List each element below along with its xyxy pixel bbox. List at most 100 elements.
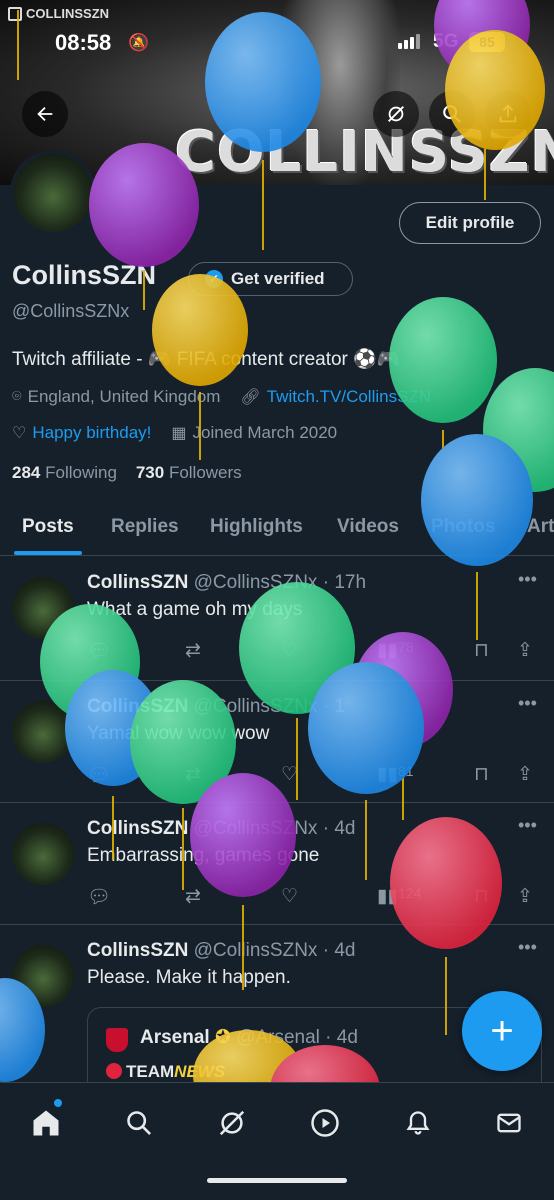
post-item[interactable]: CollinsSZN @CollinsSZNx · 4d Embarrassin…	[0, 803, 554, 925]
compose-button[interactable]: +	[462, 991, 542, 1071]
tab-articles[interactable]: Art	[527, 516, 554, 538]
reply-icon[interactable]: 💬︎	[87, 639, 111, 663]
post-author[interactable]: CollinsSZN	[87, 940, 188, 961]
repost-icon[interactable]: ⇄	[185, 763, 201, 786]
bookmark-icon[interactable]: ⊓	[474, 885, 489, 908]
followers-count: 730	[135, 463, 165, 482]
profile-meta-row: ⌾ England, United Kingdom 🔗︎ Twitch.TV/C…	[12, 387, 431, 407]
home-tab[interactable]	[26, 1103, 66, 1143]
profile-handle: @CollinsSZNx	[12, 301, 130, 321]
profile-avatar[interactable]	[10, 150, 96, 236]
quote-text-prefix: TEAM	[126, 1062, 175, 1081]
get-verified-button[interactable]: ✓ Get verified	[188, 262, 353, 296]
post-author[interactable]: CollinsSZN	[87, 572, 188, 593]
share-post-icon[interactable]: ⇪	[517, 763, 533, 786]
tab-replies[interactable]: Replies	[111, 516, 179, 538]
birthday-text[interactable]: Happy birthday!	[32, 423, 151, 443]
profile-link[interactable]: Twitch.TV/CollinsSZN	[267, 387, 431, 407]
tab-posts[interactable]: Posts	[22, 516, 74, 538]
more-options-icon[interactable]: •••	[518, 937, 537, 958]
tab-videos[interactable]: Videos	[337, 516, 399, 538]
views-count: 78	[397, 639, 414, 655]
reply-icon[interactable]: 💬︎	[87, 885, 111, 909]
bell-slash-icon: 🔕	[128, 33, 150, 52]
search-button[interactable]	[429, 91, 475, 137]
followers-link[interactable]: 730 Followers	[136, 463, 242, 482]
quote-text-accent: NEWS	[174, 1062, 226, 1081]
display-name: CollinsSZN	[12, 260, 157, 290]
post-handle-time: @CollinsSZNx · 1	[193, 696, 345, 717]
notifications-tab[interactable]	[398, 1103, 438, 1143]
share-button[interactable]	[485, 91, 531, 137]
battery-indicator: 85	[469, 32, 505, 52]
post-avatar[interactable]	[12, 823, 74, 885]
followers-label: Followers	[168, 463, 242, 482]
views-count: 124	[397, 885, 422, 901]
search-icon	[443, 105, 461, 123]
heart-icon[interactable]: ♡	[281, 885, 298, 908]
post-header: CollinsSZN @CollinsSZNx · 4d	[87, 940, 355, 962]
views-icon[interactable]: ▮▮ 124	[377, 885, 421, 908]
post-actions: 💬︎ ⇄ ♡ ▮▮ 81 ⊓ ⇪	[87, 763, 542, 789]
quote-text: TEAMNEWS	[106, 1062, 225, 1082]
grok-icon	[388, 106, 404, 122]
link-icon: 🔗︎	[240, 389, 261, 406]
video-tab[interactable]	[305, 1103, 345, 1143]
heart-icon[interactable]: ♡	[281, 763, 298, 786]
more-options-icon[interactable]: •••	[518, 815, 537, 836]
quote-author: Arsenal	[140, 1027, 210, 1048]
profile-location: England, United Kingdom	[27, 387, 221, 406]
grok-button[interactable]	[373, 91, 419, 137]
share-post-icon[interactable]: ⇪	[517, 639, 533, 662]
get-verified-label: Get verified	[231, 269, 325, 288]
edit-profile-button[interactable]: Edit profile	[399, 202, 541, 244]
post-header: CollinsSZN @CollinsSZNx · 1	[87, 696, 345, 718]
post-text: Yamal wow wow wow	[87, 723, 270, 744]
profile-banner: COLLINSSZN	[0, 0, 554, 185]
post-author[interactable]: CollinsSZN	[87, 696, 188, 717]
back-button[interactable]	[22, 91, 68, 137]
quote-header: Arsenal ✪ @Arsenal · 4d	[140, 1026, 358, 1049]
follow-counts: 284 Following 730 Followers	[12, 463, 242, 483]
bell-icon	[406, 1111, 430, 1135]
heart-icon[interactable]: ♡	[281, 639, 298, 662]
tab-photos[interactable]: Photos	[431, 516, 495, 538]
bookmark-icon[interactable]: ⊓	[474, 763, 489, 786]
signal-icon	[398, 34, 420, 49]
bookmark-icon[interactable]: ⊓	[474, 639, 489, 662]
repost-icon[interactable]: ⇄	[185, 639, 201, 662]
views-icon[interactable]: ▮▮ 78	[377, 639, 414, 662]
repost-icon[interactable]: ⇄	[185, 885, 201, 908]
more-options-icon[interactable]: •••	[518, 569, 537, 590]
post-avatar[interactable]	[12, 701, 74, 763]
verified-badge-icon: ✓	[205, 270, 223, 288]
grok-icon	[219, 1110, 245, 1136]
following-link[interactable]: 284 Following	[12, 463, 117, 482]
views-icon[interactable]: ▮▮ 81	[377, 763, 414, 786]
post-author[interactable]: CollinsSZN	[87, 818, 188, 839]
post-text: Embarrassing, games gone	[87, 845, 320, 866]
search-tab[interactable]	[119, 1103, 159, 1143]
post-avatar[interactable]	[12, 577, 74, 639]
post-actions: 💬︎ ⇄ ♡ ▮▮ 124 ⊓ ⇪	[87, 885, 542, 911]
watermark-text: COLLINSSZN	[26, 6, 110, 21]
post-avatar[interactable]	[12, 945, 74, 1007]
profile-meta-row-2: ♡ Happy birthday! ▦ Joined March 2020	[12, 423, 337, 443]
post-item[interactable]: CollinsSZN @CollinsSZNx · 1 Yamal wow wo…	[0, 681, 554, 803]
messages-tab[interactable]	[489, 1103, 529, 1143]
gold-check-icon: ✪	[214, 1027, 231, 1048]
post-text: Please. Make it happen.	[87, 967, 291, 988]
profile-tabs: Posts Replies Highlights Videos Photos A…	[0, 500, 554, 556]
active-tab-indicator	[14, 551, 82, 555]
balloon-icon: ♡	[12, 425, 27, 442]
grok-tab[interactable]	[212, 1103, 252, 1143]
post-text: What a game oh my days	[87, 599, 303, 620]
tab-highlights[interactable]: Highlights	[210, 516, 303, 538]
calendar-icon: ▦	[171, 425, 187, 442]
share-post-icon[interactable]: ⇪	[517, 885, 533, 908]
post-item[interactable]: CollinsSZN @CollinsSZNx · 17h What a gam…	[0, 557, 554, 681]
arrow-left-icon	[37, 106, 53, 122]
profile-bio: Twitch affiliate - 🎮 FIFA content creato…	[12, 349, 401, 370]
reply-icon[interactable]: 💬︎	[87, 763, 111, 787]
more-options-icon[interactable]: •••	[518, 693, 537, 714]
